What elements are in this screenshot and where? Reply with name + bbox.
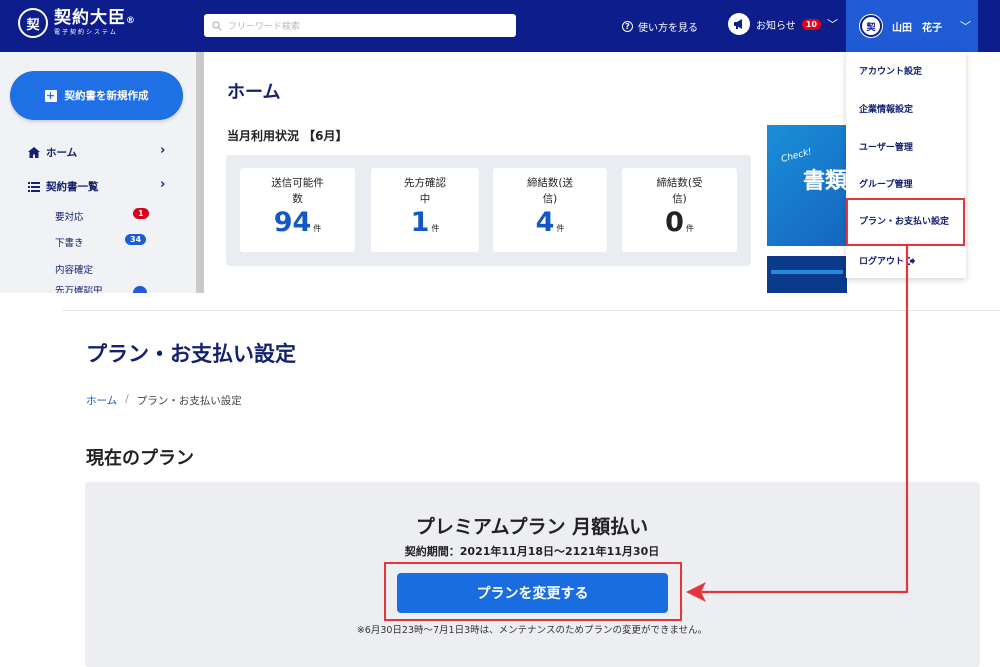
annotation-arrow <box>686 246 909 602</box>
stage: 契 契約大臣® 電子契約システム フリーワード検索 ? 使い方を見る お知らせ … <box>0 0 1000 667</box>
